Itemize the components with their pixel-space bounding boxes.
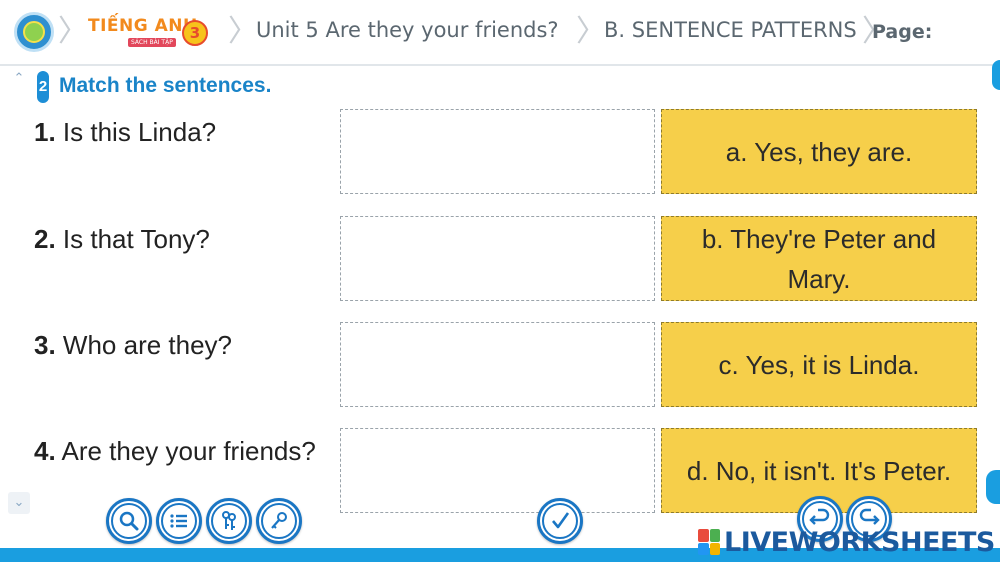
question-number: 3. xyxy=(34,330,56,360)
scroll-down-icon[interactable]: ⌄ xyxy=(8,492,30,514)
zoom-button[interactable] xyxy=(106,498,152,544)
menu-button[interactable] xyxy=(156,498,202,544)
check-icon xyxy=(552,512,570,529)
breadcrumb-separator-icon: 〉 xyxy=(58,14,88,49)
side-panel-tab[interactable] xyxy=(986,470,1000,504)
brand-grade-badge: 3 xyxy=(182,20,208,46)
question-number: 4. xyxy=(34,436,56,466)
check-button[interactable] xyxy=(537,498,583,544)
question-2: 2. Is that Tony? xyxy=(34,224,210,255)
answer-card-b[interactable]: b. They're Peter and Mary. xyxy=(661,216,977,301)
answer-card-a[interactable]: a. Yes, they are. xyxy=(661,109,977,194)
home-logo-icon[interactable] xyxy=(14,12,54,52)
keys-icon xyxy=(222,511,236,530)
exercise-title: Match the sentences. xyxy=(59,74,272,97)
liveworksheets-logo[interactable]: LIVEWORKSHEETS xyxy=(698,526,995,558)
question-text: Is this Linda? xyxy=(62,117,217,147)
list-icon xyxy=(170,514,187,528)
question-3: 3. Who are they? xyxy=(34,330,232,361)
liveworksheets-badge-icon xyxy=(698,529,720,555)
zoom-icon xyxy=(119,511,139,531)
brand-subtitle: SÁCH BÀI TẬP xyxy=(128,38,176,47)
drop-target-1[interactable] xyxy=(340,109,655,194)
question-number: 1. xyxy=(34,117,56,147)
question-text: Are they your friends? xyxy=(61,436,316,466)
breadcrumb-separator-icon: 〉 xyxy=(228,14,258,49)
answers-button[interactable] xyxy=(206,498,252,544)
exercise-number-badge: 2 xyxy=(37,71,49,103)
page-label: Page: xyxy=(872,21,933,43)
breadcrumb-bar: 〉 TIẾNG ANH SÁCH BÀI TẬP 3 〉 Unit 5 Are … xyxy=(0,0,1000,66)
key-button[interactable] xyxy=(256,498,302,544)
answer-card-c[interactable]: c. Yes, it is Linda. xyxy=(661,322,977,407)
question-text: Who are they? xyxy=(62,330,233,360)
side-panel-tab[interactable] xyxy=(992,60,1000,90)
liveworksheets-wordmark: LIVEWORKSHEETS xyxy=(724,526,995,558)
question-text: Is that Tony? xyxy=(62,224,210,254)
breadcrumb-section[interactable]: B. SENTENCE PATTERNS xyxy=(604,18,857,42)
breadcrumb-unit[interactable]: Unit 5 Are they your friends? xyxy=(256,18,559,42)
scroll-up-icon[interactable]: ⌃ xyxy=(8,68,30,90)
key-icon xyxy=(271,512,287,529)
question-4: 4. Are they your friends? xyxy=(34,436,316,467)
breadcrumb-separator-icon: 〉 xyxy=(576,14,606,49)
drop-target-2[interactable] xyxy=(340,216,655,301)
drop-target-3[interactable] xyxy=(340,322,655,407)
question-1: 1. Is this Linda? xyxy=(34,117,216,148)
question-number: 2. xyxy=(34,224,56,254)
drop-target-4[interactable] xyxy=(340,428,655,513)
